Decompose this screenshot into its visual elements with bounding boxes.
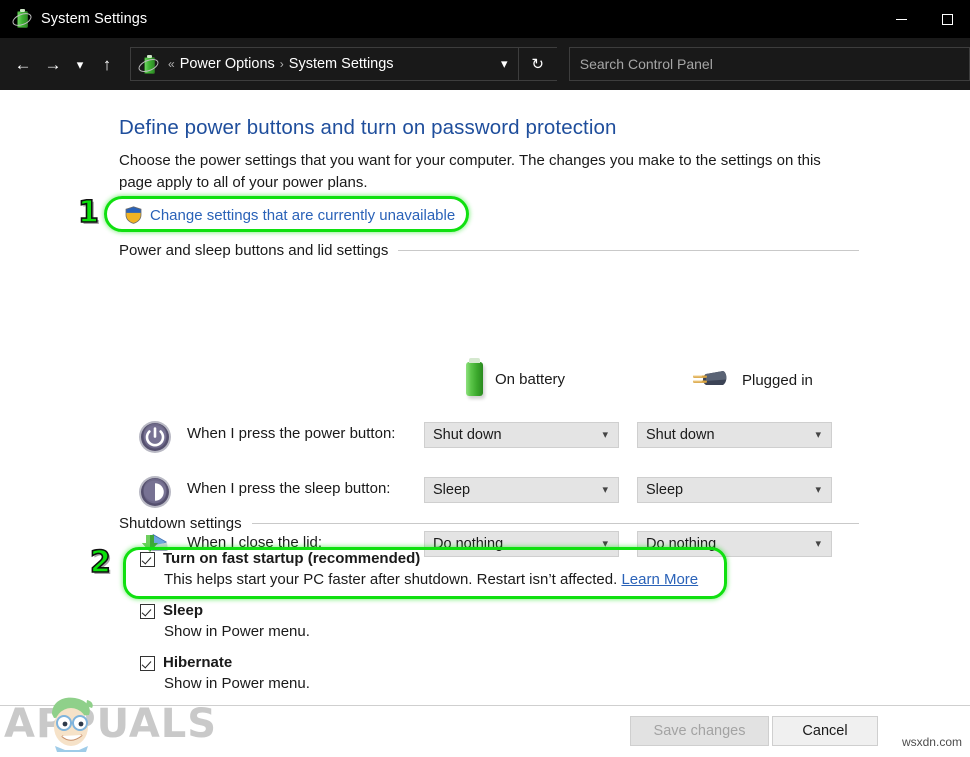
column-header-on-battery: On battery	[466, 362, 565, 396]
search-input[interactable]: Search Control Panel	[569, 47, 970, 81]
section-header-power: Power and sleep buttons and lid settings	[119, 242, 859, 259]
dropdown-value: Sleep	[638, 482, 683, 498]
window-controls	[878, 0, 970, 38]
option-description-text: This helps start your PC faster after sh…	[164, 571, 617, 588]
change-settings-link[interactable]: Change settings that are currently unava…	[150, 207, 455, 224]
learn-more-link[interactable]: Learn More	[621, 571, 698, 588]
option-fast-startup: Turn on fast startup (recommended) This …	[140, 550, 698, 588]
search-placeholder: Search Control Panel	[570, 56, 713, 72]
breadcrumb-system-settings[interactable]: System Settings	[289, 56, 394, 72]
section-label-shutdown: Shutdown settings	[119, 515, 242, 532]
maximize-icon[interactable]	[924, 0, 970, 38]
power-button-on-battery-dropdown[interactable]: Shut down ▾	[424, 422, 619, 448]
step-marker-1: 1	[78, 198, 99, 228]
chevron-down-icon: ▾	[602, 539, 618, 550]
chevron-down-icon: ▾	[815, 430, 831, 441]
sleep-button-plugged-in-dropdown[interactable]: Sleep ▾	[637, 477, 832, 503]
page-title: Define power buttons and turn on passwor…	[119, 116, 617, 140]
battery-icon	[466, 362, 483, 396]
battery-power-icon	[12, 9, 32, 29]
column-label-on-battery: On battery	[495, 371, 565, 388]
refresh-icon[interactable]: ↻	[518, 47, 557, 81]
setting-row-sleep-button: When I press the sleep button: Sleep ▾ S…	[0, 477, 970, 507]
step-marker-2: 2	[90, 548, 111, 578]
column-label-plugged-in: Plugged in	[742, 372, 813, 389]
sleep-button-on-battery-dropdown[interactable]: Sleep ▾	[424, 477, 619, 503]
mascot-icon	[42, 694, 104, 757]
section-rule	[252, 523, 859, 524]
navigation-buttons: ← → ▾ ↑	[0, 49, 122, 79]
power-button-plugged-in-dropdown[interactable]: Shut down ▾	[637, 422, 832, 448]
arrow-right-icon[interactable]: →	[38, 49, 68, 79]
address-toolbar: ← → ▾ ↑ « Power Options › System Setting…	[0, 38, 970, 90]
breadcrumb-overflow[interactable]: «	[163, 57, 180, 71]
option-description-fast-startup: This helps start your PC faster after sh…	[164, 571, 698, 588]
option-label-fast-startup: Turn on fast startup (recommended)	[163, 550, 420, 567]
setting-row-power-button: When I press the power button: Shut down…	[0, 422, 970, 452]
chevron-down-icon: ▾	[602, 430, 618, 441]
sleep-button-icon	[137, 474, 173, 510]
chevron-down-icon[interactable]: ▾	[501, 56, 518, 72]
breadcrumb-separator: ›	[275, 57, 289, 71]
option-label-hibernate: Hibernate	[163, 654, 232, 671]
checkbox-sleep[interactable]	[140, 604, 155, 619]
checkbox-fast-startup[interactable]	[140, 552, 155, 567]
checkbox-hibernate[interactable]	[140, 656, 155, 671]
page-description: Choose the power settings that you want …	[119, 150, 849, 194]
power-plug-icon	[690, 368, 730, 392]
setting-label-power-button: When I press the power button:	[187, 425, 395, 442]
appuals-watermark: APPUALS	[4, 694, 229, 752]
dropdown-value: Shut down	[425, 427, 502, 443]
watermark-text: APPUALS	[4, 704, 217, 744]
window-title: System Settings	[41, 11, 147, 27]
section-rule	[398, 250, 859, 251]
dropdown-value: Shut down	[638, 427, 715, 443]
breadcrumb-power-options[interactable]: Power Options	[180, 56, 275, 72]
address-bar[interactable]: « Power Options › System Settings ▾	[130, 47, 519, 81]
chevron-down-icon: ▾	[815, 539, 831, 550]
save-changes-button[interactable]: Save changes	[630, 716, 769, 746]
column-header-plugged-in: Plugged in	[690, 368, 813, 392]
minimize-icon[interactable]	[878, 0, 924, 38]
battery-power-icon	[138, 54, 159, 75]
uac-shield-icon	[125, 206, 142, 224]
chevron-down-icon[interactable]: ▾	[68, 49, 92, 79]
setting-label-close-lid: When I close the lid:	[187, 534, 322, 551]
chevron-down-icon: ▾	[815, 485, 831, 496]
arrow-left-icon[interactable]: ←	[8, 49, 38, 79]
main-content: Define power buttons and turn on passwor…	[0, 90, 970, 705]
cancel-button[interactable]: Cancel	[772, 716, 878, 746]
option-label-sleep: Sleep	[163, 602, 203, 619]
option-sleep: Sleep Show in Power menu.	[140, 602, 310, 640]
power-button-icon	[137, 419, 173, 455]
dropdown-value: Sleep	[425, 482, 470, 498]
option-description-sleep: Show in Power menu.	[164, 623, 310, 640]
option-description-hibernate: Show in Power menu.	[164, 675, 310, 692]
site-credit: wsxdn.com	[902, 735, 962, 749]
chevron-down-icon: ▾	[602, 485, 618, 496]
option-hibernate: Hibernate Show in Power menu.	[140, 654, 310, 692]
change-settings-link-row[interactable]: Change settings that are currently unava…	[125, 206, 455, 224]
setting-label-sleep-button: When I press the sleep button:	[187, 480, 390, 497]
section-label-power: Power and sleep buttons and lid settings	[119, 242, 388, 259]
window-title-bar: System Settings	[0, 0, 970, 38]
section-header-shutdown: Shutdown settings	[119, 515, 859, 532]
arrow-up-icon[interactable]: ↑	[92, 49, 122, 79]
